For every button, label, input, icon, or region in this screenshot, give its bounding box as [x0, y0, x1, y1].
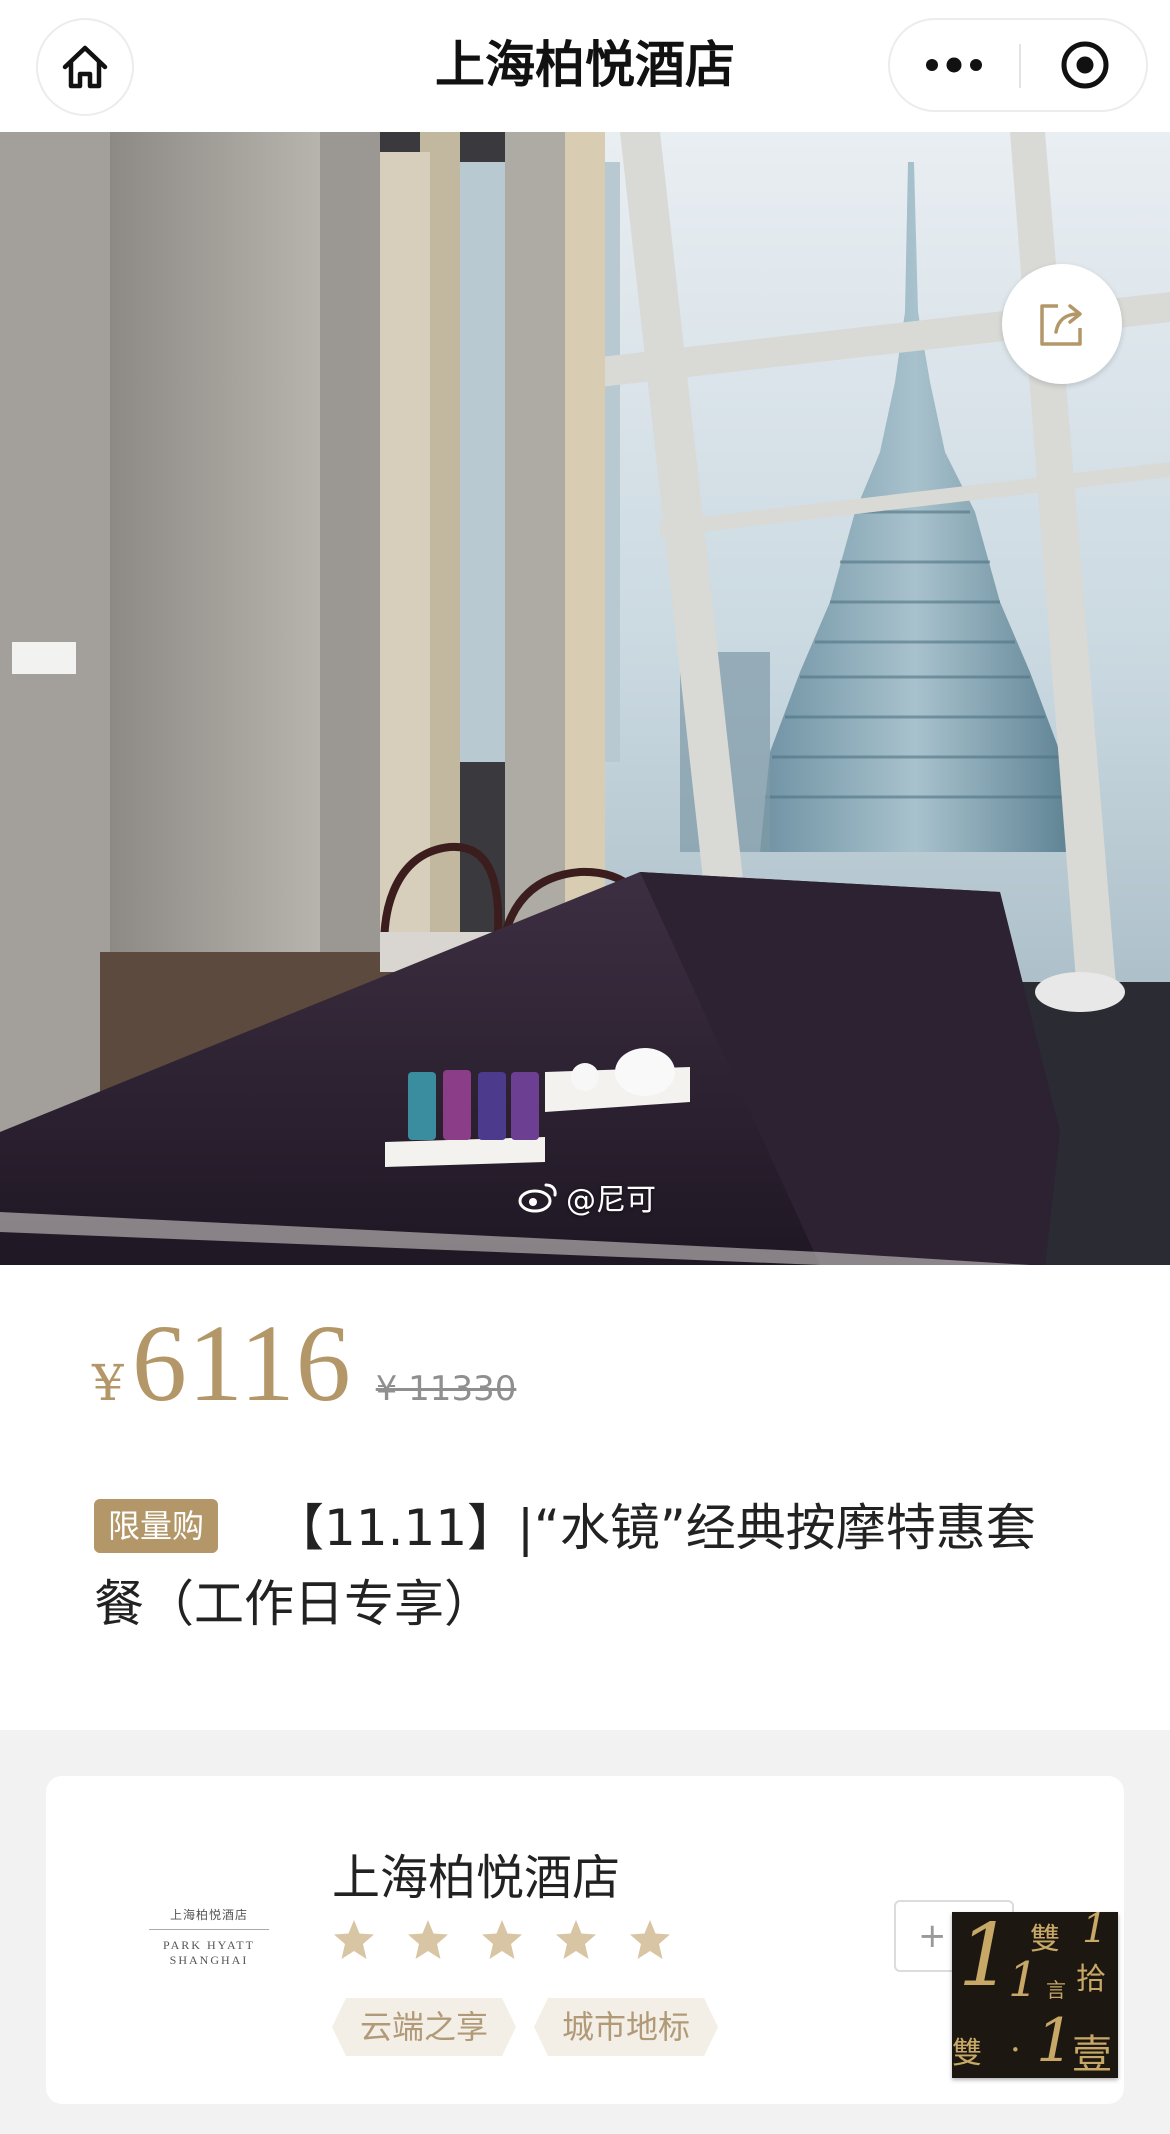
promo-char: 言: [1046, 1978, 1066, 2002]
hotel-name: 上海柏悦酒店: [332, 1850, 621, 1906]
star-icon: [482, 1920, 522, 1959]
top-nav-bar: 上海柏悦酒店: [0, 0, 1170, 132]
currency-symbol: ¥: [92, 1354, 124, 1412]
product-image-carousel[interactable]: @尼可 1/3: [0, 132, 1170, 1265]
star-icon: [334, 1920, 374, 1959]
promo-char: 雙: [1030, 1922, 1060, 1957]
product-title-block: 限量购 【11.11】|“水镜”经典按摩特惠套餐（工作日专享）: [94, 1490, 1084, 1642]
promo-char: 拾: [1076, 1962, 1106, 1997]
price-row: ¥ 6116 ¥ 11330: [92, 1300, 517, 1424]
promo-char: 1: [1008, 1952, 1039, 2008]
double-eleven-badge[interactable]: 1 1 1 1 雙 拾 壹 言 雙 ·: [952, 1912, 1118, 2078]
promo-char: 1: [958, 1912, 1013, 2006]
close-target-icon: [1061, 41, 1108, 89]
close-miniprogram-button[interactable]: [1021, 20, 1148, 110]
spa-room-photo: [0, 132, 1170, 1265]
star-rating: [332, 1918, 672, 1962]
product-title: 【11.11】|“水镜”经典按摩特惠套餐（工作日专享）: [94, 1499, 1036, 1633]
star-icon: [408, 1920, 448, 1959]
weibo-icon: [518, 1183, 557, 1213]
watermark-text: @尼可: [566, 1183, 656, 1218]
share-button[interactable]: [1002, 264, 1122, 384]
more-button[interactable]: [890, 20, 1018, 110]
original-price: ¥ 11330: [375, 1369, 517, 1409]
image-watermark: @尼可: [518, 1175, 656, 1219]
star-icon: [630, 1920, 670, 1959]
more-icon: [926, 57, 982, 73]
hotel-logo-cn: 上海柏悦酒店: [169, 1908, 248, 1922]
hotel-logo-divider: [149, 1929, 269, 1930]
promo-char: 1: [1082, 1912, 1108, 1952]
promo-char: 1: [1036, 2006, 1075, 2076]
share-icon: [1040, 304, 1082, 346]
promo-char: 壹: [1072, 2032, 1112, 2078]
mini-program-capsule: [888, 18, 1148, 112]
limited-badge: 限量购: [94, 1499, 219, 1553]
hotel-logo: 上海柏悦酒店 PARK HYATT SHANGHAI: [124, 1906, 294, 1976]
hotel-tags: 云端之享 城市地标: [332, 1998, 718, 2056]
promo-char: ·: [1010, 2030, 1021, 2070]
star-icon: [556, 1920, 596, 1959]
sale-price: 6116: [131, 1302, 352, 1424]
promo-char: 雙: [952, 2036, 982, 2071]
hotel-logo-en: PARK HYATT SHANGHAI: [163, 1938, 255, 1967]
hotel-tag: 城市地标: [534, 1998, 718, 2056]
hotel-tag: 云端之享: [332, 1998, 516, 2056]
